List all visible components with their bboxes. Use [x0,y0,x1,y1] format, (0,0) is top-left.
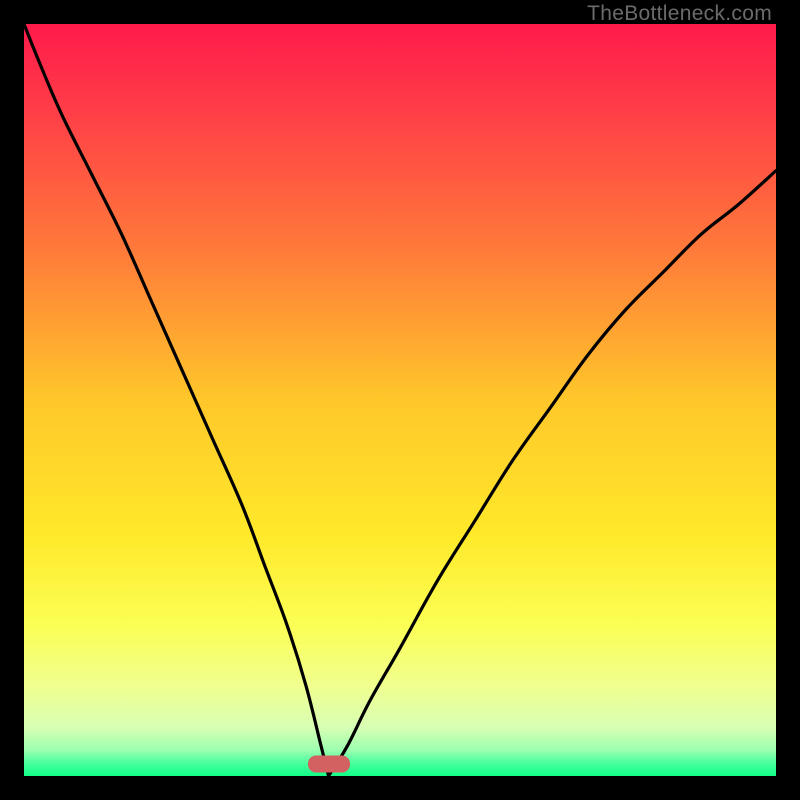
gradient-background [24,24,776,776]
minimum-marker [308,756,350,773]
chart-svg [24,24,776,776]
chart-frame [24,24,776,776]
watermark-text: TheBottleneck.com [587,2,772,26]
